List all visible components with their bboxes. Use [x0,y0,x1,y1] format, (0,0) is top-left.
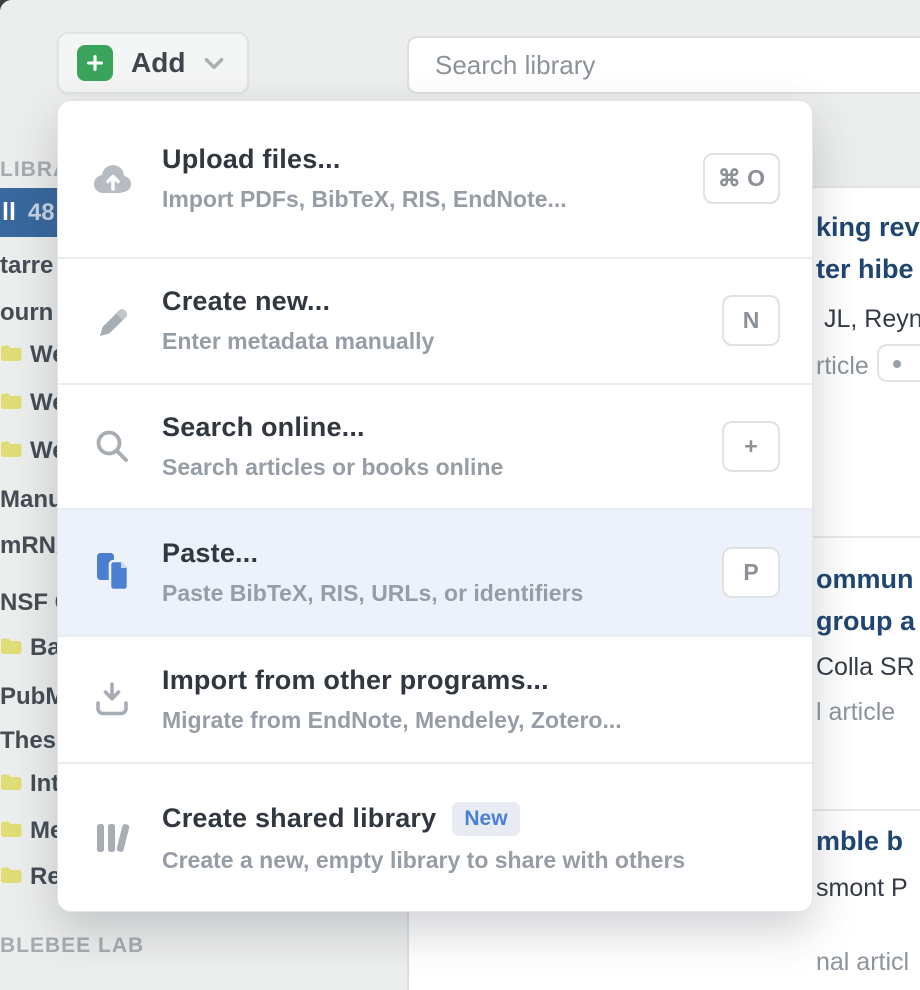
menu-item-upload-files[interactable]: Upload files... Import PDFs, BibTeX, RIS… [58,101,812,259]
menu-item-create-shared-library[interactable]: Create shared library New Create a new, … [58,764,812,911]
menu-item-title: Search online... [162,412,365,443]
sidebar-item-starred[interactable]: tarre [0,252,53,280]
menu-item-title: Create new... [162,286,330,317]
article-title[interactable]: ter hibe [816,254,914,285]
article-authors: smont P [816,874,908,903]
folder-icon [0,344,22,363]
menu-item-title: Upload files... [162,144,341,175]
sidebar-item-label: ll [2,198,16,227]
menu-item-title: Import from other programs... [162,665,549,696]
menu-item-subtitle: Import PDFs, BibTeX, RIS, EndNote... [162,186,567,213]
menu-item-subtitle: Search articles or books online [162,454,503,481]
sidebar-item-pubmed[interactable]: PubM [0,683,65,711]
add-button-label: Add [131,47,185,79]
add-button[interactable]: Add [57,32,249,94]
library-books-icon [88,818,136,858]
menu-item-import-programs[interactable]: Import from other programs... Migrate fr… [58,637,812,765]
chevron-down-icon [201,50,227,76]
new-badge: New [452,802,519,836]
folder-icon [0,866,22,885]
sidebar-item-all-papers[interactable]: ll 48 [0,188,60,237]
menu-item-subtitle: Migrate from EndNote, Mendeley, Zotero..… [162,707,622,734]
folder-icon [0,820,22,839]
shortcut-badge: ⌘ O [703,153,780,204]
sidebar-item-manuscripts[interactable]: Manu [0,486,63,514]
dot-icon [893,360,901,368]
sidebar-lab-header: BLEBEE LAB [0,934,144,958]
article-title[interactable]: group a [816,606,915,637]
sidebar-item-count: 48 [28,199,55,227]
sidebar-item-thesis[interactable]: Thesi [0,727,63,755]
article-type-label: rticle [816,352,869,381]
folder-icon [0,637,22,656]
toolbar: Add [0,0,920,100]
menu-item-search-online[interactable]: Search online... Search articles or book… [58,385,812,510]
shortcut-badge: N [722,295,780,346]
article-type-label: l article [816,698,895,727]
article-authors: Colla SR [816,653,915,682]
folder-icon [0,773,22,792]
menu-item-title: Paste... [162,538,258,569]
download-icon [88,680,136,720]
menu-item-paste[interactable]: Paste... Paste BibTeX, RIS, URLs, or ide… [58,510,812,637]
sidebar-item-journal[interactable]: ourn [0,299,53,327]
paste-icon [88,551,136,593]
article-title[interactable]: ommun [816,564,914,595]
article-title[interactable]: mble b [816,826,903,857]
folder-icon [0,392,22,411]
article-title[interactable]: king rev [816,212,920,243]
pencil-icon [88,301,136,341]
plus-icon [77,45,113,81]
search-input[interactable] [407,36,920,94]
app-window: LIBRA ll 48 tarre ourn We We We Manu mRN… [0,0,920,990]
article-authors: JL, Reyn [824,305,920,334]
citation-badge[interactable] [877,344,920,382]
menu-item-create-new[interactable]: Create new... Enter metadata manually N [58,259,812,386]
shortcut-badge: P [722,547,780,598]
menu-item-subtitle: Create a new, empty library to share wit… [162,847,685,874]
menu-item-subtitle: Paste BibTeX, RIS, URLs, or identifiers [162,580,583,607]
search-icon [88,427,136,467]
menu-item-subtitle: Enter metadata manually [162,328,434,355]
article-type-label: nal articl [816,948,909,977]
menu-item-title: Create shared library [162,803,436,834]
shortcut-badge: + [722,421,780,472]
add-dropdown-menu: Upload files... Import PDFs, BibTeX, RIS… [57,100,813,912]
folder-icon [0,440,22,459]
cloud-upload-icon [88,160,136,198]
